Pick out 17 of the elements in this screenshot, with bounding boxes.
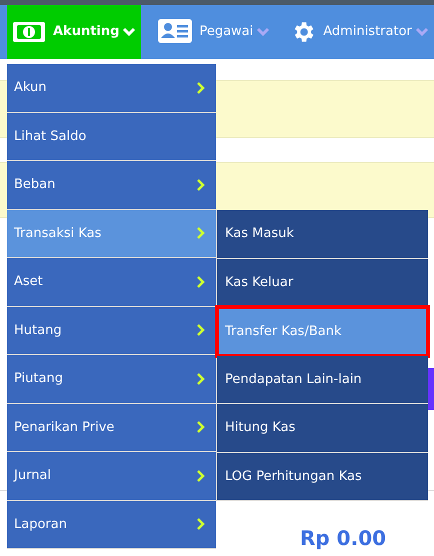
submenu-item[interactable]: Transfer Kas/Bank — [217, 307, 428, 356]
caret-icon — [122, 27, 136, 37]
menu-item[interactable]: Laporan — [7, 500, 216, 549]
menu-item[interactable]: Transaksi Kas — [7, 210, 216, 258]
menu-item[interactable]: Lihat Saldo — [7, 112, 216, 161]
amount-value: Rp 0.00 — [300, 528, 386, 548]
caret-icon — [414, 27, 429, 37]
banknote-icon — [12, 20, 46, 44]
menu-item[interactable]: Hutang — [7, 306, 216, 355]
id-card-icon — [158, 19, 192, 45]
nav-menu-button[interactable]: Administrator — [285, 5, 434, 59]
menu-item[interactable]: Penarikan Prive — [7, 404, 216, 452]
caret-icon — [256, 27, 270, 37]
submenu-item[interactable]: Pendapatan Lain-lain — [217, 356, 428, 404]
submenu-item[interactable]: LOG Perhitungan Kas — [217, 452, 428, 501]
menu-item[interactable]: Piutang — [7, 355, 216, 404]
nav-menu-button[interactable]: Pegawai — [153, 5, 276, 59]
